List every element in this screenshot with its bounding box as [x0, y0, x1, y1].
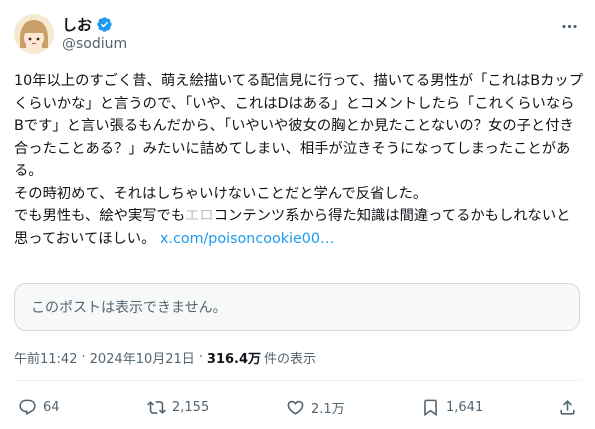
reply-count: 64 — [43, 400, 60, 415]
verified-badge-icon — [96, 16, 113, 33]
censored-word: エロ — [185, 208, 214, 224]
meta-separator: · — [81, 350, 86, 365]
like-count: 2.1万 — [311, 402, 345, 417]
views-count: 316.4万 — [206, 352, 262, 367]
share-icon — [560, 400, 575, 415]
avatar[interactable] — [14, 14, 54, 54]
heart-icon — [287, 400, 304, 415]
post-time[interactable]: 午前11:42 — [14, 348, 77, 367]
author-handle[interactable]: @sodium — [62, 36, 127, 52]
more-options-icon — [561, 24, 577, 28]
action-bar: 64 2,155 2.1万 1,641 — [14, 398, 581, 422]
cartoon-avatar-icon — [14, 14, 54, 54]
repost-count: 2,155 — [172, 400, 210, 415]
views-label: 件の表示 — [264, 352, 317, 367]
more-options-button[interactable] — [557, 14, 581, 38]
post-text-main: 10年以上のすごく昔、萌え絵描いてる配信見に行って、描いてる男性が「これはBカッ… — [14, 73, 583, 224]
quoted-post-unavailable: このポストは表示できません。 — [14, 283, 580, 331]
post-link[interactable]: x.com/poisoncookie00… — [160, 231, 334, 247]
bookmark-icon — [424, 399, 437, 417]
bookmark-button[interactable]: 1,641 — [421, 398, 483, 417]
quote-unavailable-text: このポストは表示できません。 — [31, 300, 227, 316]
post-meta: 午前11:42 · 2024年10月21日 · 316.4万 件の表示 — [14, 348, 316, 367]
repost-button[interactable]: 2,155 — [147, 398, 209, 417]
bookmark-count: 1,641 — [446, 400, 484, 415]
post-date[interactable]: 2024年10月21日 — [90, 348, 195, 367]
like-button[interactable]: 2.1万 — [286, 398, 345, 417]
reply-button[interactable]: 64 — [18, 398, 60, 417]
post-text: 10年以上のすごく昔、萌え絵描いてる配信見に行って、描いてる男性が「これはBカッ… — [14, 70, 584, 250]
divider — [14, 380, 581, 381]
reply-icon — [19, 399, 36, 416]
repost-icon — [147, 401, 166, 414]
share-button[interactable] — [558, 398, 577, 417]
author-name[interactable]: しお — [62, 14, 92, 35]
meta-separator-2: · — [198, 350, 203, 365]
